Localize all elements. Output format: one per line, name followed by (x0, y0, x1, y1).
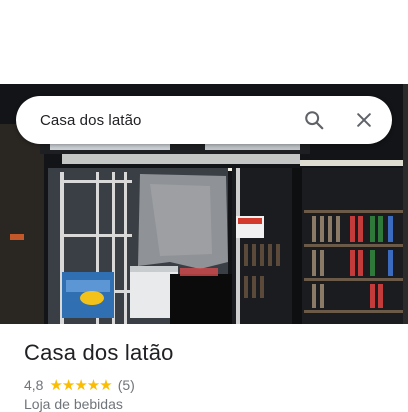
close-icon (357, 113, 371, 127)
place-title: Casa dos latão (24, 340, 174, 365)
search-bar[interactable]: Casa dos latão (16, 96, 392, 144)
rating-value: 4,8 (24, 377, 44, 393)
search-input[interactable]: Casa dos latão (40, 112, 294, 129)
clear-search-button[interactable] (344, 100, 384, 140)
star-rating-icon: ★★★★★ (49, 377, 112, 394)
photo-scrollbar[interactable] (403, 84, 408, 324)
review-count-link[interactable]: (5) (118, 377, 135, 393)
search-button[interactable] (294, 100, 334, 140)
place-category: Loja de bebidas (24, 396, 123, 412)
rating-row[interactable]: 4,8 ★★★★★ (5) (24, 376, 135, 394)
search-icon (305, 111, 324, 130)
